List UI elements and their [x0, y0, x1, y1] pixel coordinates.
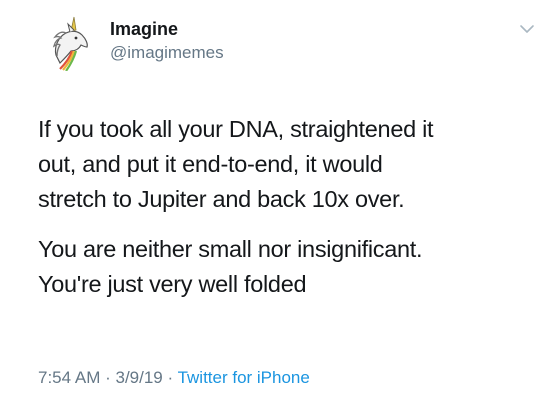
tweet-text: If you took all your DNA, straightened i…: [38, 112, 538, 302]
meta-separator: ·: [162, 368, 178, 387]
tweet-source-link[interactable]: Twitter for iPhone: [178, 368, 310, 387]
unicorn-icon: [38, 11, 98, 71]
tweet-header: Imagine @imagimemes: [38, 10, 224, 72]
avatar[interactable]: [38, 11, 98, 71]
chevron-down-icon[interactable]: [518, 20, 536, 38]
handle[interactable]: @imagimemes: [110, 42, 224, 64]
tweet-paragraph: You are neither small nor insignificant.…: [38, 236, 423, 297]
meta-separator: ·: [100, 368, 116, 387]
tweet-meta: 7:54 AM · 3/9/19 · Twitter for iPhone: [38, 367, 310, 389]
tweet-author: Imagine @imagimemes: [110, 18, 224, 64]
tweet-time[interactable]: 7:54 AM: [38, 368, 100, 387]
tweet-paragraph: If you took all your DNA, straightened i…: [38, 116, 434, 212]
tweet-date[interactable]: 3/9/19: [115, 368, 162, 387]
display-name[interactable]: Imagine: [110, 18, 224, 40]
tweet-card: Imagine @imagimemes If you took all your…: [0, 0, 560, 411]
